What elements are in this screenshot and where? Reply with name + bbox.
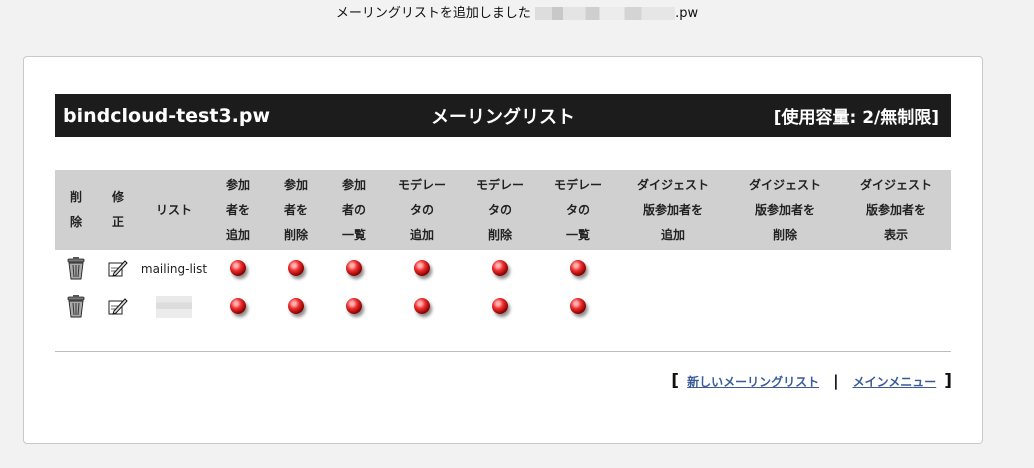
col-remove-moderator: モデレー タの 削除 xyxy=(461,170,539,250)
divider xyxy=(55,351,951,352)
edit-pencil-icon[interactable] xyxy=(108,297,128,315)
table-row xyxy=(55,288,951,326)
status-message-suffix: .pw xyxy=(675,6,699,21)
col-remove-digest: ダイジェスト 版参加者を 削除 xyxy=(729,170,841,250)
remove-member-button[interactable] xyxy=(288,259,304,276)
list-moderators-button[interactable] xyxy=(570,259,586,276)
status-message-text: メーリングリストを追加しました xyxy=(335,6,531,21)
add-moderator-button[interactable] xyxy=(414,297,430,314)
remove-moderator-button[interactable] xyxy=(492,297,508,314)
col-list-members: 参加 者の 一覧 xyxy=(325,170,383,250)
edit-pencil-icon[interactable] xyxy=(108,259,128,277)
col-show-digest: ダイジェスト 版参加者を 表示 xyxy=(841,170,951,250)
col-list: リスト xyxy=(139,170,209,250)
open-bracket: [ xyxy=(671,371,680,391)
list-members-button[interactable] xyxy=(346,259,362,276)
col-delete: 削除 xyxy=(55,170,97,250)
table-header-row: 削除 修正 リスト 参加 者を 追加 参加 者を 削除 参加 者の 一覧 モデレー タの 追加 … xyxy=(55,170,951,250)
col-add-moderator: モデレー タの 追加 xyxy=(383,170,461,250)
list-name[interactable]: mailing-list xyxy=(139,250,209,288)
list-members-button[interactable] xyxy=(346,297,362,314)
footer-links: [ 新しいメーリングリスト | メインメニュー ] xyxy=(671,371,952,391)
list-moderators-button[interactable] xyxy=(570,297,586,314)
col-edit: 修正 xyxy=(97,170,139,250)
table-row: mailing-list xyxy=(55,250,951,288)
panel-header: bindcloud-test3.pw メーリングリスト [使用容量: 2/無制限… xyxy=(55,94,951,137)
status-message: メーリングリストを追加しました .pw xyxy=(0,2,1034,21)
col-remove-member: 参加 者を 削除 xyxy=(267,170,325,250)
redacted-list-name[interactable] xyxy=(156,296,192,318)
domain-name: bindcloud-test3.pw xyxy=(63,104,271,127)
remove-moderator-button[interactable] xyxy=(492,259,508,276)
add-moderator-button[interactable] xyxy=(414,259,430,276)
add-member-button[interactable] xyxy=(230,259,246,276)
mailing-list-table: 削除 修正 リスト 参加 者を 追加 参加 者を 削除 参加 者の 一覧 モデレー タの 追加 … xyxy=(55,170,951,326)
link-separator: | xyxy=(833,372,839,390)
new-mailing-list-link[interactable]: 新しいメーリングリスト xyxy=(687,373,819,390)
remove-member-button[interactable] xyxy=(288,297,304,314)
main-menu-link[interactable]: メインメニュー xyxy=(853,373,937,390)
col-add-member: 参加 者を 追加 xyxy=(209,170,267,250)
redacted-domain xyxy=(535,7,676,20)
mailing-list-panel: bindcloud-test3.pw メーリングリスト [使用容量: 2/無制限… xyxy=(23,56,983,444)
trash-icon[interactable] xyxy=(66,294,86,318)
trash-icon[interactable] xyxy=(66,256,86,280)
close-bracket: ] xyxy=(944,371,952,391)
col-add-digest: ダイジェスト 版参加者を 追加 xyxy=(617,170,729,250)
usage-indicator: [使用容量: 2/無制限] xyxy=(773,108,939,128)
col-list-moderators: モデレー タの 一覧 xyxy=(539,170,617,250)
add-member-button[interactable] xyxy=(230,297,246,314)
